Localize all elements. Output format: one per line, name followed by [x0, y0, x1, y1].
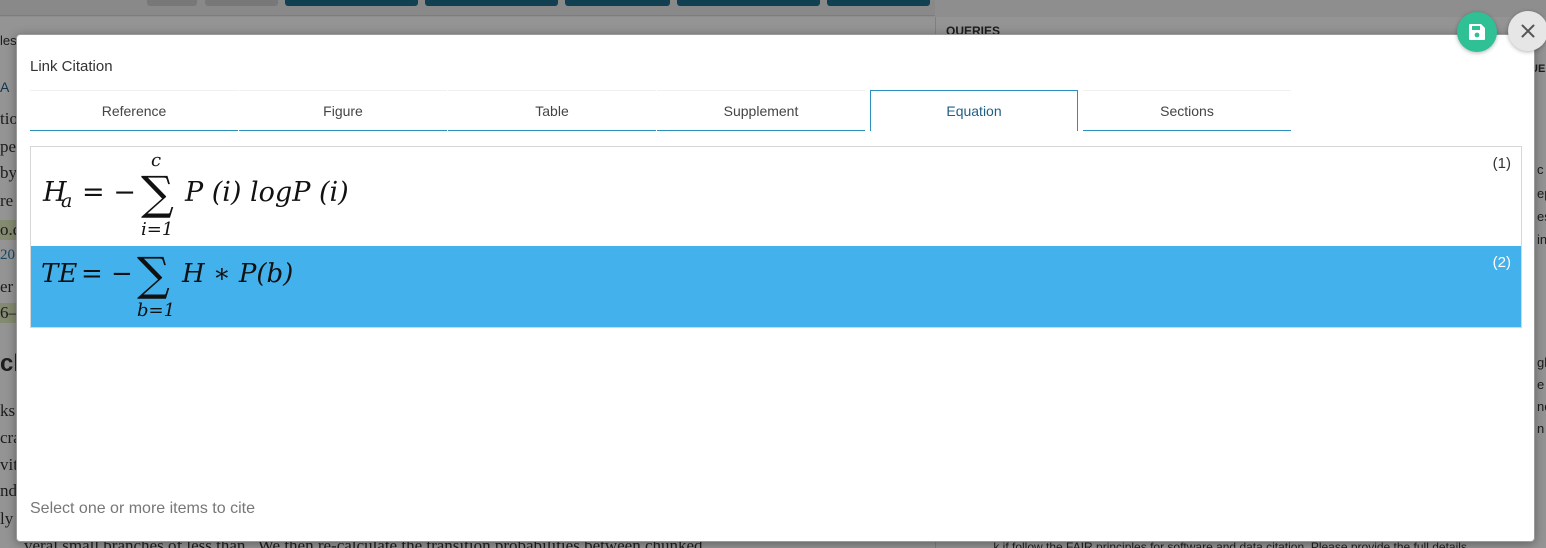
tab-sections[interactable]: Sections	[1083, 90, 1291, 131]
dialog-title: Link Citation	[30, 58, 113, 75]
tab-equation[interactable]: Equation	[870, 90, 1078, 131]
summation-icon: ∑	[137, 247, 170, 301]
sum-lower-bound: b=1	[137, 300, 175, 321]
sum-lower-bound: i=1	[141, 219, 173, 240]
equation-1-formula: H a = − c ∑ i=1 P (i) logP (i)	[42, 150, 349, 240]
equation-lhs-subscript: a	[61, 190, 72, 212]
citation-type-tabs: Reference Figure Table Supplement Equati…	[30, 90, 1292, 131]
save-button[interactable]	[1457, 12, 1497, 52]
close-button[interactable]	[1508, 11, 1546, 51]
equation-body: P (i) logP (i)	[184, 177, 349, 208]
tab-reference[interactable]: Reference	[30, 90, 238, 131]
selection-hint: Select one or more items to cite	[30, 500, 255, 517]
equation-list: H a = − c ∑ i=1 P (i) logP (i) (1) TE = …	[30, 146, 1522, 328]
tab-table[interactable]: Table	[448, 90, 656, 131]
equation-row[interactable]: H a = − c ∑ i=1 P (i) logP (i) (1)	[31, 147, 1521, 246]
tab-figure[interactable]: Figure	[239, 90, 447, 131]
tab-supplement[interactable]: Supplement	[657, 90, 865, 131]
equals-sign: = −	[81, 259, 133, 289]
floppy-disk-icon	[1469, 24, 1485, 40]
equation-2-formula: TE = − ∑ b=1 H ∗ P(b)	[41, 247, 293, 321]
close-icon	[1521, 24, 1535, 38]
equation-number: (1)	[1492, 155, 1511, 172]
link-citation-dialog: Link Citation Reference Figure Table Sup…	[16, 34, 1535, 542]
equation-lhs: TE	[41, 259, 77, 289]
equation-body: H ∗ P(b)	[181, 259, 293, 289]
equation-row-selected[interactable]: TE = − ∑ b=1 H ∗ P(b) (2)	[31, 246, 1521, 327]
equation-number: (2)	[1492, 254, 1511, 271]
summation-icon: ∑	[141, 166, 174, 220]
equals-sign: = −	[82, 177, 136, 208]
